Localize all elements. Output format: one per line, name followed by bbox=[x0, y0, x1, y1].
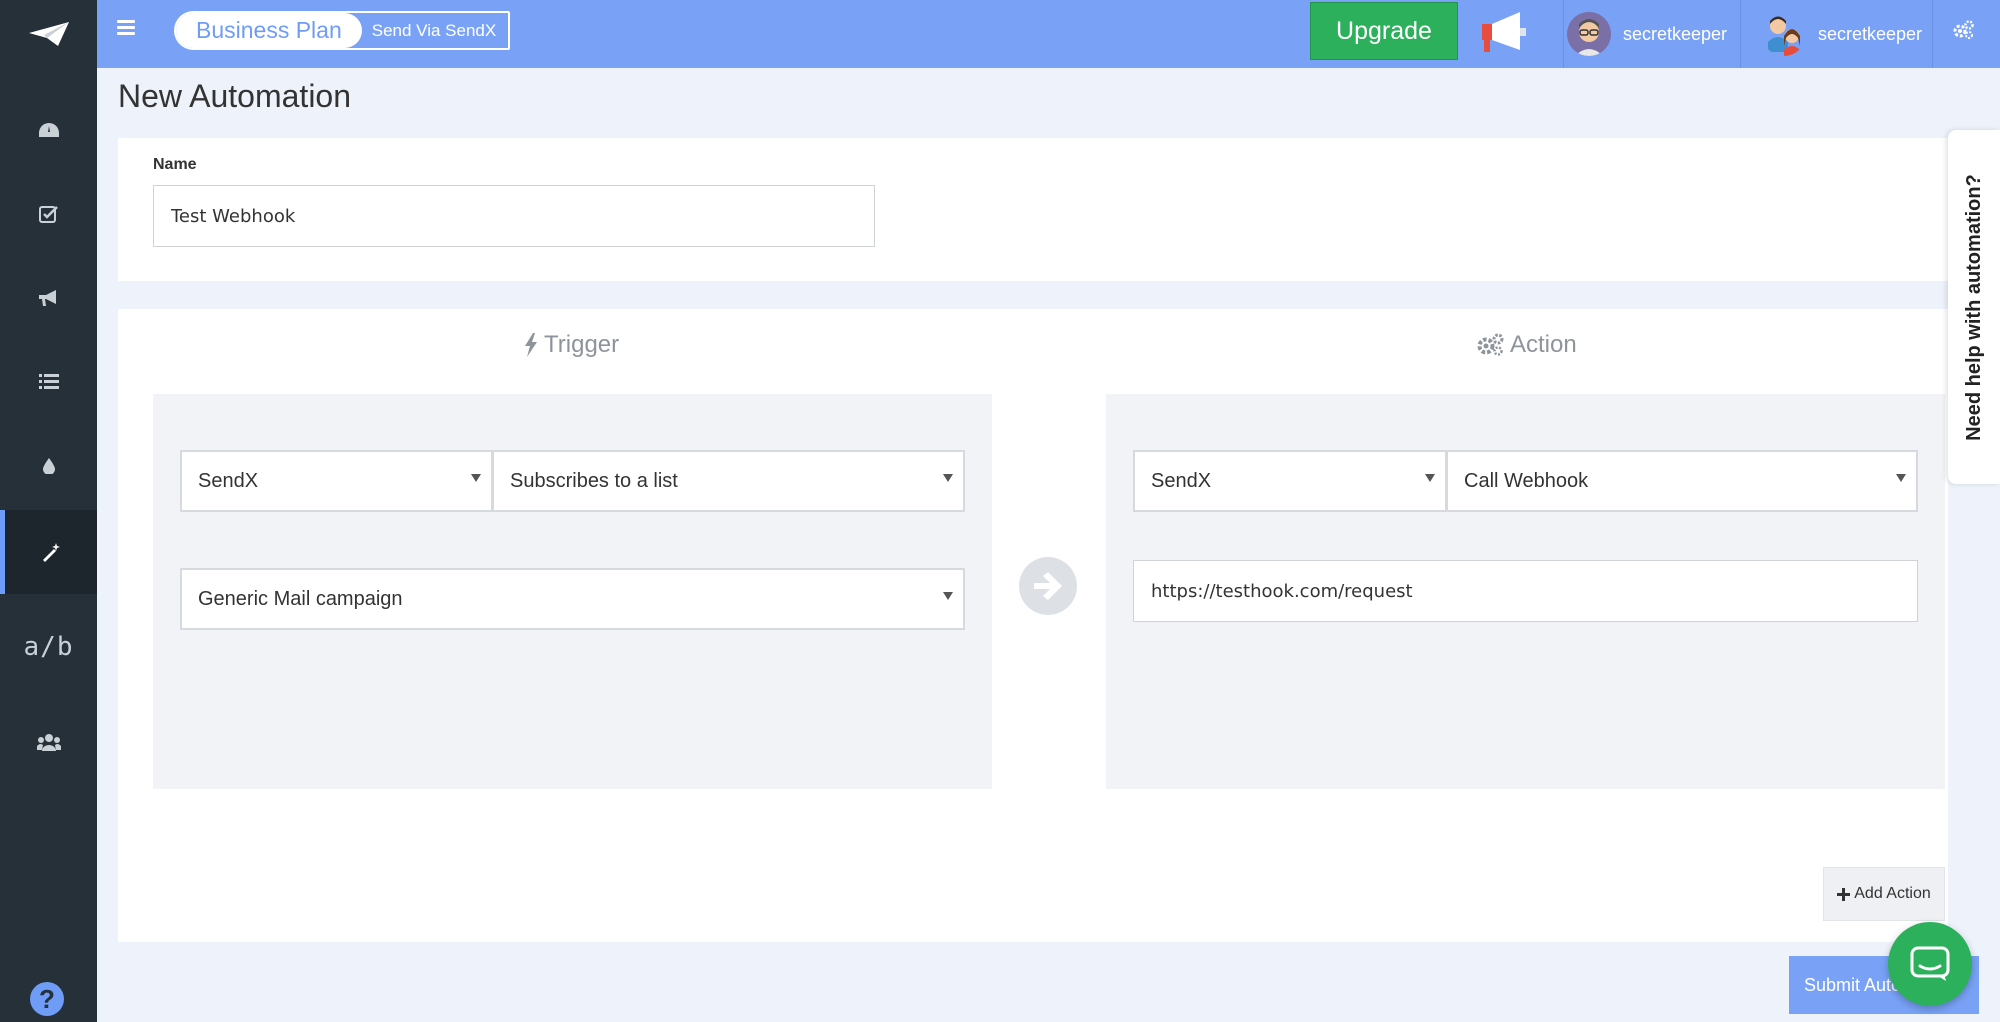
action-title: Action bbox=[1510, 331, 1577, 358]
users-icon bbox=[36, 734, 61, 751]
send-via-link[interactable]: Send Via SendX bbox=[362, 21, 508, 41]
hamburger-icon[interactable] bbox=[117, 20, 135, 36]
settings-gears-icon[interactable] bbox=[1952, 20, 1974, 45]
help-tab-label: Need help with automation? bbox=[1962, 173, 1985, 441]
announcement-icon[interactable] bbox=[1480, 10, 1528, 54]
sidebar-item-team[interactable] bbox=[0, 700, 97, 784]
upgrade-button[interactable]: Upgrade bbox=[1310, 2, 1458, 60]
dashboard-icon bbox=[38, 123, 59, 137]
action-type-select[interactable]: Call Webhook bbox=[1446, 450, 1918, 512]
caret-down-icon bbox=[1896, 474, 1906, 482]
sidebar-item-ab-testing[interactable]: a/b bbox=[0, 605, 97, 689]
magic-wand-icon bbox=[43, 543, 60, 562]
add-action-label: Add Action bbox=[1854, 885, 1931, 902]
gears-icon bbox=[1477, 333, 1504, 356]
select-value: Call Webhook bbox=[1464, 469, 1589, 492]
select-value: Subscribes to a list bbox=[510, 469, 678, 492]
name-input[interactable] bbox=[153, 185, 875, 247]
sidebar: a/b ? bbox=[0, 0, 97, 1022]
chat-launcher-icon[interactable] bbox=[1888, 922, 1972, 1006]
paper-plane-icon bbox=[28, 22, 69, 46]
checkbox-icon bbox=[38, 206, 58, 223]
name-label: Name bbox=[153, 156, 197, 173]
select-value: SendX bbox=[1151, 469, 1212, 492]
action-panel: SendX Call Webhook bbox=[1106, 394, 1945, 789]
user-menu-1[interactable]: secretkeeper bbox=[1567, 12, 1727, 56]
automation-builder: Trigger Action SendX Subscribes to a lis… bbox=[118, 309, 1948, 942]
trigger-heading: Trigger bbox=[524, 331, 619, 359]
select-value: SendX bbox=[198, 469, 259, 492]
name-card: Name bbox=[118, 138, 1948, 281]
logo[interactable] bbox=[0, 0, 97, 68]
page-title: New Automation bbox=[118, 78, 352, 114]
action-heading: Action bbox=[1476, 331, 1577, 359]
megaphone-icon bbox=[38, 290, 56, 306]
sidebar-item-lists[interactable] bbox=[0, 340, 97, 424]
trigger-title: Trigger bbox=[544, 331, 620, 358]
list-icon bbox=[38, 374, 59, 389]
trigger-event-select[interactable]: Subscribes to a list bbox=[492, 450, 965, 512]
caret-down-icon bbox=[943, 592, 953, 600]
sidebar-item-campaigns[interactable] bbox=[0, 256, 97, 340]
plan-badge: Business Plan Send Via SendX bbox=[174, 11, 511, 50]
trigger-list-select[interactable]: Generic Mail campaign bbox=[180, 568, 965, 630]
top-bar: Business Plan Send Via SendX Upgrade sec… bbox=[97, 0, 2000, 68]
arrow-right-icon bbox=[1019, 557, 1077, 615]
sidebar-item-dashboard[interactable] bbox=[0, 88, 97, 172]
plus-icon bbox=[1837, 887, 1851, 901]
plan-label: Business Plan bbox=[176, 13, 362, 48]
user-menu-2[interactable]: secretkeeper bbox=[1762, 12, 1922, 56]
select-value: Generic Mail campaign bbox=[198, 587, 403, 610]
bolt-icon bbox=[525, 333, 537, 357]
trigger-panel: SendX Subscribes to a list Generic Mail … bbox=[153, 394, 992, 789]
webhook-url-input[interactable] bbox=[1133, 560, 1918, 622]
help-icon[interactable]: ? bbox=[30, 982, 64, 1016]
sidebar-item-drip[interactable] bbox=[0, 424, 97, 508]
caret-down-icon bbox=[1425, 474, 1435, 482]
divider bbox=[1563, 0, 1564, 68]
drop-icon bbox=[42, 458, 55, 474]
trigger-source-select[interactable]: SendX bbox=[180, 450, 493, 512]
sidebar-item-tasks[interactable] bbox=[0, 172, 97, 256]
help-automation-tab[interactable]: Need help with automation? bbox=[1948, 130, 2000, 484]
caret-down-icon bbox=[471, 474, 481, 482]
user-name: secretkeeper bbox=[1818, 23, 1923, 44]
divider bbox=[1932, 0, 1933, 68]
add-action-button[interactable]: Add Action bbox=[1823, 867, 1945, 921]
avatar bbox=[1762, 12, 1806, 56]
avatar bbox=[1567, 12, 1611, 56]
user-name: secretkeeper bbox=[1623, 23, 1728, 44]
sidebar-item-automation[interactable] bbox=[0, 510, 97, 594]
action-source-select[interactable]: SendX bbox=[1133, 450, 1447, 512]
ab-label: a/b bbox=[23, 632, 74, 662]
divider bbox=[1740, 0, 1741, 68]
caret-down-icon bbox=[943, 474, 953, 482]
